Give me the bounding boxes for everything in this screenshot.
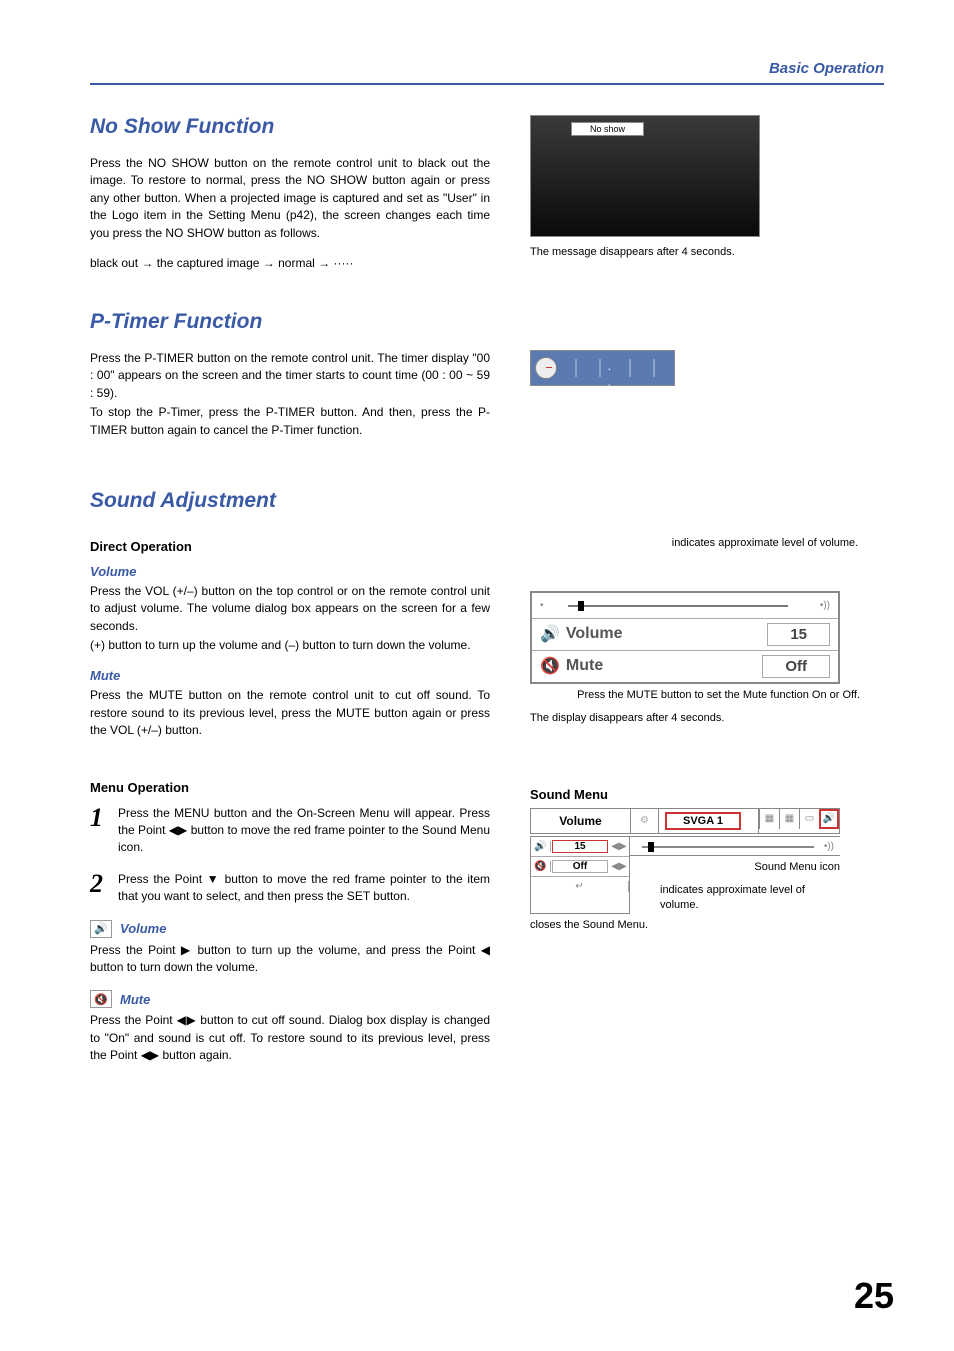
sound-menu-title: Sound Menu [530, 787, 860, 802]
sm-svga: SVGA 1 [665, 812, 741, 830]
sm-icon1: ▦ [759, 809, 779, 829]
step2-num: 2 [90, 871, 118, 906]
noshow-preview: No show [530, 115, 760, 237]
mute-p1: Press the MUTE button on the remote cont… [90, 687, 490, 739]
osd-mute-label: Mute [566, 657, 603, 675]
sm-track-speaker-icon: •)) [824, 841, 834, 852]
sm-tab-volume: Volume [531, 809, 631, 833]
menu-volume-body: Press the Point ▶ button to turn up the … [90, 942, 490, 977]
volume-p1: Press the VOL (+/–) button on the top co… [90, 583, 490, 635]
disappear-caption: The display disappears after 4 seconds. [530, 711, 860, 726]
sm-row-mute-icon: 🔇 [531, 861, 551, 872]
noshow-heading: No Show Function [90, 115, 490, 139]
mute-caption: Press the MUTE button to set the Mute fu… [530, 688, 860, 703]
sm-row-mute-val: Off [552, 860, 608, 873]
clock-icon [535, 357, 557, 379]
osd-mute-value: Off [762, 655, 830, 678]
menu-op-title: Menu Operation [90, 780, 490, 795]
sm-approx-label: indicates approximate level of volume. [660, 883, 840, 914]
sm-close-label: closes the Sound Menu. [530, 918, 860, 933]
slider-track [568, 605, 788, 607]
sound-menu-osd: Volume ⚙ SVGA 1 ▦ ▦ ▭ 🔊 🔊 15 ◀▶ [530, 808, 840, 914]
step1-text: Press the MENU button and the On-Screen … [118, 805, 490, 857]
page-number: 25 [854, 1275, 894, 1317]
volume-osd: • •)) 🔊 Volume 15 🔇 Mute Off [530, 591, 840, 684]
sm-row-vol-icon: 🔊 [531, 841, 551, 852]
sm-row-vol-arrows: ◀▶ [609, 841, 629, 852]
slider-thumb [578, 601, 584, 611]
header-divider [90, 83, 884, 85]
header-title: Basic Operation [90, 60, 884, 77]
osd-volume-label: Volume [566, 625, 623, 643]
step1-num: 1 [90, 805, 118, 857]
step2-text: Press the Point ▼ button to move the red… [118, 871, 490, 906]
ptimer-body2: To stop the P-Timer, press the P-TIMER b… [90, 404, 490, 439]
menu-volume-label: Volume [120, 921, 166, 936]
sm-icon-label: Sound Menu icon [630, 860, 840, 875]
osd-volume-icon: 🔊 [540, 624, 560, 644]
sound-heading: Sound Adjustment [90, 489, 884, 513]
ptimer-display: ｜｜ ·· ｜｜ [530, 350, 675, 386]
volume-icon: 🔊 [90, 920, 112, 938]
ptimer-heading: P-Timer Function [90, 310, 490, 334]
noshow-osd-label: No show [571, 122, 644, 136]
noshow-sequence: black out → the captured image → normal … [90, 256, 490, 270]
direct-op-title: Direct Operation [90, 539, 490, 554]
ptimer-colon: ·· [607, 360, 612, 392]
osd-mute-icon: 🔇 [540, 656, 560, 676]
sm-sound-icon: 🔊 [819, 809, 839, 829]
sm-icon3: ▭ [799, 809, 819, 829]
sm-row-mute-arrows: ◀▶ [609, 861, 629, 872]
sm-row-exit-icon: ↵ [531, 881, 629, 892]
speaker-small-icon: • [540, 600, 544, 611]
noshow-caption: The message disappears after 4 seconds. [530, 245, 860, 260]
sm-row-vol-val: 15 [552, 840, 608, 853]
volume-p2: (+) button to turn up the volume and (–)… [90, 637, 490, 654]
noshow-body: Press the NO SHOW button on the remote c… [90, 155, 490, 242]
mute-icon: 🔇 [90, 990, 112, 1008]
volume-label: Volume [90, 564, 490, 579]
mute-label: Mute [90, 668, 490, 683]
sm-icon-control: ⚙ [631, 809, 659, 833]
ptimer-body1: Press the P-TIMER button on the remote c… [90, 350, 490, 402]
osd-volume-value: 15 [767, 623, 830, 646]
sm-icon2: ▦ [779, 809, 799, 829]
menu-mute-body: Press the Point ◀▶ button to cut off sou… [90, 1012, 490, 1064]
speaker-big-icon: •)) [820, 600, 830, 611]
menu-mute-label: Mute [120, 992, 150, 1007]
approx-label-top: indicates approximate level of volume. [670, 537, 860, 549]
ptimer-digits-right: ｜｜ [621, 355, 669, 381]
